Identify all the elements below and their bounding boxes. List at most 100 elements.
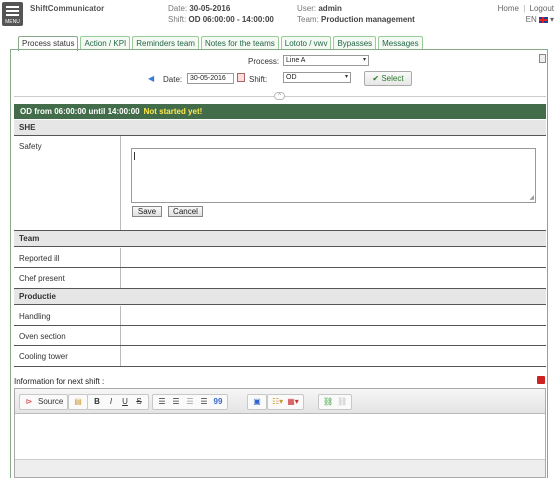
source-button[interactable]: Source — [38, 396, 63, 408]
row-cooling-tower: Cooling tower — [14, 346, 546, 367]
row-oven-section: Oven section — [14, 326, 546, 346]
header-date-shift: Date: 30-05-2016 Shift: OD 06:00:00 - 14… — [168, 3, 274, 25]
check-icon: ✔ — [372, 74, 380, 83]
toolbar-group-lists: ☰ ☰ ☰ ☰ 99 — [152, 394, 228, 410]
toolbar-group-link: ⛓ ⛓ — [318, 394, 353, 410]
process-select-value: Line A — [286, 57, 306, 64]
collapse-chevron-icon[interactable]: ^ — [274, 92, 285, 100]
numbered-list-icon[interactable]: ☰ — [157, 396, 167, 408]
shift-filter-label: Shift: — [249, 75, 268, 84]
shift-status-text: Not started yet! — [143, 107, 203, 116]
bold-button[interactable]: B — [92, 396, 102, 408]
safety-textarea[interactable]: ◢ — [131, 148, 536, 203]
editor-toolbar: ⊳ Source ▤ B I U S ☰ ☰ ☰ ☰ 99 ▣ ☷▾ ▦▾ ⛓ … — [15, 389, 545, 414]
shift-value: OD 06:00:00 - 14:00:00 — [188, 15, 274, 24]
image-icon[interactable]: ▣ — [252, 396, 262, 408]
logout-link[interactable]: Logout — [530, 4, 554, 13]
date-filter-label: Date: — [163, 75, 183, 84]
blockquote-button[interactable]: 99 — [213, 396, 223, 408]
app-title: ShiftCommunicator — [30, 4, 105, 13]
link-separator: | — [523, 4, 526, 13]
shift-status-banner: OD from 06:00:00 until 14:00:00 Not start… — [14, 104, 546, 119]
menu-button[interactable]: MENU — [2, 2, 23, 26]
language-selector[interactable]: EN ▾ — [498, 14, 554, 25]
toolbar-group-table: ☷▾ ▦▾ — [267, 394, 304, 410]
section-she: SHE — [14, 120, 546, 136]
resize-grip-icon[interactable]: ◢ — [529, 194, 534, 201]
tab-bar: Process status Action / KPI Reminders te… — [18, 36, 425, 51]
paste-icon[interactable]: ▤ — [73, 396, 83, 408]
cancel-button[interactable]: Cancel — [168, 206, 203, 217]
toolbar-group-image: ▣ — [247, 394, 267, 410]
hamburger-icon — [6, 6, 19, 18]
team-value: Production management — [321, 15, 415, 24]
row-oven-section-label: Oven section — [19, 332, 66, 341]
italic-button[interactable]: I — [106, 396, 116, 408]
tab-bypasses[interactable]: Bypasses — [333, 36, 377, 50]
table-icon[interactable]: ▦▾ — [287, 396, 299, 408]
column-divider — [120, 346, 121, 366]
row-reported-ill-label: Reported ill — [19, 254, 60, 263]
section-team: Team — [14, 231, 546, 247]
shift-select-value: OD — [286, 74, 297, 81]
team-label: Team: — [297, 15, 319, 24]
chevron-down-icon: ▾ — [344, 74, 348, 80]
tab-action-kpi[interactable]: Action / KPI — [80, 36, 131, 50]
next-shift-label: Information for next shift : — [14, 377, 105, 386]
next-shift-editor: ⊳ Source ▤ B I U S ☰ ☰ ☰ ☰ 99 ▣ ☷▾ ▦▾ ⛓ … — [14, 388, 546, 478]
section-productie: Productie — [14, 289, 546, 305]
row-chef-present: Chef present — [14, 268, 546, 289]
chevron-down-icon: ▾ — [362, 57, 366, 63]
save-button[interactable]: Save — [132, 206, 162, 217]
bullet-list-icon[interactable]: ☰ — [171, 396, 181, 408]
back-arrow-icon[interactable]: ◀ — [148, 75, 157, 83]
language-code: EN — [525, 15, 537, 24]
indent-icon[interactable]: ☰ — [199, 396, 209, 408]
calendar-icon[interactable] — [237, 73, 245, 82]
process-select[interactable]: Line A ▾ — [283, 55, 369, 66]
outdent-icon[interactable]: ☰ — [185, 396, 195, 408]
menu-label: MENU — [5, 19, 20, 25]
underline-button[interactable]: U — [120, 396, 130, 408]
user-label: User: — [297, 4, 317, 13]
select-button[interactable]: ✔ Select — [364, 71, 412, 86]
tab-lototo-vwv[interactable]: Lototo / vwv — [280, 36, 332, 50]
row-chef-present-label: Chef present — [19, 274, 65, 283]
shift-range-text: OD from 06:00:00 until 14:00:00 — [20, 107, 140, 116]
column-divider — [120, 326, 121, 345]
link-icon[interactable]: ⛓ — [323, 396, 333, 408]
document-icon[interactable] — [539, 54, 546, 63]
header-links: Home | Logout EN ▾ — [498, 3, 554, 25]
source-icon[interactable]: ⊳ — [24, 396, 34, 408]
date-input[interactable]: 30-05-2016 — [187, 73, 234, 84]
uk-flag-icon — [538, 16, 548, 23]
column-divider — [120, 248, 121, 267]
tab-notes-for-teams[interactable]: Notes for the teams — [200, 36, 279, 50]
toolbar-group-format: B I U S — [87, 394, 149, 410]
row-cooling-tower-label: Cooling tower — [19, 352, 68, 361]
style-dropdown-icon[interactable]: ☷▾ — [272, 396, 283, 408]
tab-messages[interactable]: Messages — [378, 36, 423, 50]
top-header: MENU ShiftCommunicator Date: 30-05-2016 … — [0, 0, 560, 30]
unlink-icon[interactable]: ⛓ — [337, 396, 347, 408]
date-label: Date: — [168, 4, 188, 13]
toolbar-group-paste: ▤ — [68, 394, 88, 410]
user-value: admin — [318, 4, 342, 13]
chevron-down-icon: ▾ — [547, 15, 554, 24]
row-safety-label: Safety — [19, 142, 42, 151]
column-divider — [120, 136, 121, 230]
shift-select[interactable]: OD ▾ — [283, 72, 351, 83]
text-cursor — [134, 152, 135, 160]
toolbar-group-source: ⊳ Source — [19, 394, 69, 410]
row-reported-ill: Reported ill — [14, 248, 546, 268]
home-link[interactable]: Home — [498, 4, 519, 13]
close-icon[interactable] — [537, 376, 545, 384]
strikethrough-button[interactable]: S — [134, 396, 144, 408]
header-user-team: User: admin Team: Production management — [297, 3, 415, 25]
row-handling: Handling — [14, 306, 546, 326]
editor-statusbar — [15, 459, 545, 477]
tab-reminders-team[interactable]: Reminders team — [132, 36, 199, 50]
date-value: 30-05-2016 — [189, 4, 231, 13]
row-handling-label: Handling — [19, 312, 51, 321]
process-label: Process: — [248, 57, 280, 66]
